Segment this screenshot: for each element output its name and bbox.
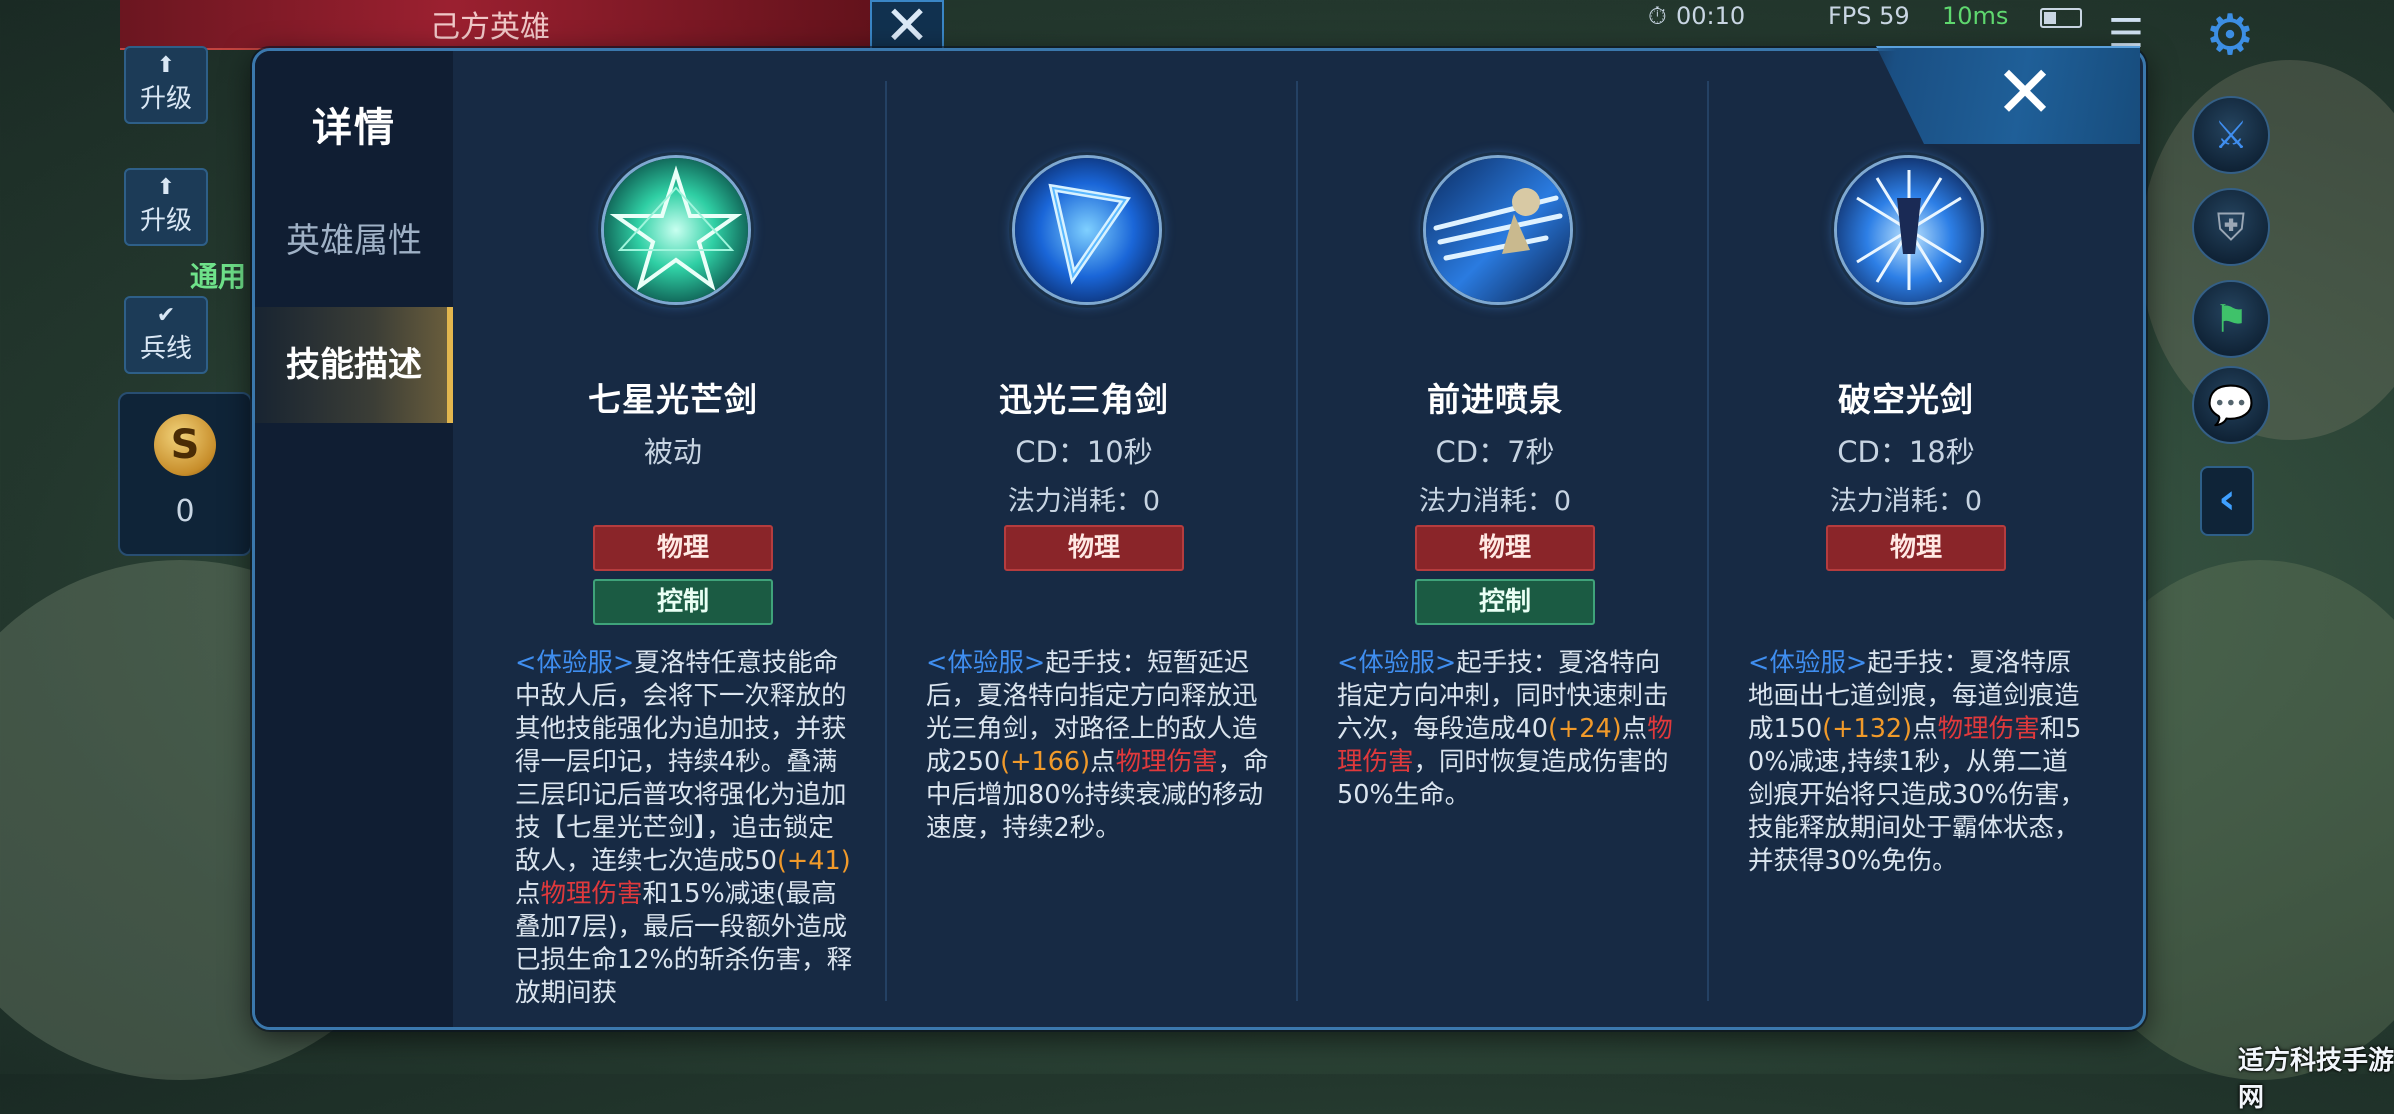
skill-description: <体验服>起手技：夏洛特原地画出七道剑痕，每道剑痕造成150(+132)点物理伤…	[1748, 647, 2092, 1025]
skill-card: 前进喷泉 CD：7秒 法力消耗：0 物理 控制 <体验服>起手技：夏洛特向指定方…	[1275, 51, 1685, 1027]
physical-tag: 物理	[1415, 525, 1595, 571]
upgrade-button[interactable]: ⬆ 升级	[124, 46, 208, 124]
check-icon: ✔	[156, 303, 176, 328]
arrow-up-icon: ⬆	[156, 175, 176, 200]
skill-void-sword-icon	[1834, 155, 1984, 305]
ally-heroes-title: 己方英雄	[430, 10, 550, 45]
control-tag: 控制	[593, 579, 773, 625]
money-bag-icon: S	[154, 414, 216, 476]
description-segment: (+41)	[776, 846, 851, 876]
skill-name: 破空光剑	[1838, 380, 1974, 419]
close-icon[interactable]: ✕	[1990, 56, 2060, 128]
skill-cooldown: 被动	[643, 435, 702, 469]
minion-button[interactable]: ✔ 兵线	[124, 296, 208, 374]
skill-mana-cost: 法力消耗：0	[1007, 486, 1161, 517]
skill-card: 迅光三角剑 CD：10秒 法力消耗：0 物理 <体验服>起手技：短暂延迟后，夏洛…	[864, 51, 1274, 1027]
gold-panel: S 0	[118, 392, 252, 556]
description-segment: (+132)	[1822, 714, 1913, 744]
gold-value: 0	[175, 494, 195, 529]
skills-content: 七星光芒剑 被动 物理 控制 <体验服>夏洛特任意技能命中敌人后，会将下一次释放…	[453, 51, 2143, 1027]
description-segment: <体验服>	[926, 648, 1046, 678]
physical-tag: 物理	[593, 525, 773, 571]
skill-cooldown: CD：18秒	[1837, 435, 1975, 469]
upgrade-label: 升级	[139, 206, 192, 236]
arrow-up-icon: ⬆	[156, 53, 176, 78]
chat-icon[interactable]: 💬	[2192, 366, 2270, 444]
collapse-arrow-button[interactable]: ‹	[2200, 466, 2254, 536]
skill-cooldown: CD：10秒	[1015, 435, 1153, 469]
description-segment: 点	[1621, 714, 1648, 744]
skill-mana-cost: 法力消耗：0	[1418, 486, 1572, 517]
shield-icon[interactable]: ⛨	[2192, 188, 2270, 266]
description-segment: (+24)	[1547, 714, 1622, 744]
sword-icon[interactable]: ⚔	[2192, 96, 2270, 174]
clock-icon: ⏱	[1648, 2, 1667, 30]
skill-name: 七星光芒剑	[588, 380, 758, 419]
description-segment: 点	[515, 879, 541, 909]
skill-triangle-sword-icon	[1012, 155, 1162, 305]
tab-skill-description[interactable]: 技能描述	[255, 307, 453, 423]
match-time: 00:10	[1676, 2, 1746, 30]
minion-label: 兵线	[139, 334, 192, 364]
skill-description: <体验服>起手技：短暂延迟后，夏洛特向指定方向释放迅光三角剑，对路径上的敌人造成…	[926, 647, 1270, 1025]
description-segment: <体验服>	[1748, 648, 1868, 678]
description-segment: <体验服>	[1337, 648, 1457, 678]
skill-cooldown: CD：7秒	[1435, 435, 1555, 469]
description-segment: (+166)	[1000, 747, 1091, 777]
skill-fountain-dash-icon	[1423, 155, 1573, 305]
description-segment: 夏洛特任意技能命中敌人后，会将下一次释放的其他技能强化为追加技，并获得一层印记，…	[515, 648, 847, 876]
tab-hero-attributes[interactable]: 英雄属性	[255, 183, 453, 299]
skill-card: 七星光芒剑 被动 物理 控制 <体验服>夏洛特任意技能命中敌人后，会将下一次释放…	[453, 51, 863, 1027]
skill-name: 前进喷泉	[1427, 380, 1563, 419]
skill-card: 破空光剑 CD：18秒 法力消耗：0 物理 <体验服>起手技：夏洛特原地画出七道…	[1686, 51, 2096, 1027]
fps-readout: FPS 59	[1828, 2, 1910, 30]
gear-icon[interactable]: ⚙	[2200, 6, 2260, 66]
terrain-rock	[2140, 60, 2394, 440]
skill-name: 迅光三角剑	[999, 380, 1169, 419]
detail-panel: 详情 英雄属性 技能描述 七星光芒剑 被动 物理 控制 <体验服>夏洛特任意技能…	[252, 48, 2146, 1030]
description-segment: 物理伤害	[1937, 714, 2040, 744]
battery-icon	[2040, 8, 2082, 28]
watermark-text: 适方科技手游网	[2238, 1046, 2394, 1113]
skill-star-sword-icon	[601, 155, 751, 305]
upgrade-button[interactable]: ⬆ 升级	[124, 168, 208, 246]
description-segment: 物理伤害	[540, 879, 643, 909]
upgrade-label: 升级	[139, 84, 192, 114]
description-segment: 点	[1912, 714, 1938, 744]
flag-icon[interactable]: ⚑	[2192, 280, 2270, 358]
description-segment: 物理伤害	[1115, 747, 1218, 777]
panel-sidebar: 详情 英雄属性 技能描述	[255, 51, 453, 1027]
skill-mana-cost: 法力消耗：0	[1829, 486, 1983, 517]
physical-tag: 物理	[1826, 525, 2006, 571]
ally-heroes-banner: 己方英雄	[120, 0, 940, 50]
description-segment: 点	[1090, 747, 1116, 777]
skill-description: <体验服>起手技：夏洛特向指定方向冲刺，同时快速刺击六次，每段造成40(+24)…	[1337, 647, 1681, 1025]
physical-tag: 物理	[1004, 525, 1184, 571]
ping-readout: 10ms	[1942, 2, 2009, 30]
status-bar: ⏱ 00:10 FPS 59 10ms	[1640, 0, 2110, 36]
description-segment: <体验服>	[515, 648, 635, 678]
general-label: 通用	[190, 260, 247, 293]
panel-title: 详情	[312, 105, 396, 151]
skill-description: <体验服>夏洛特任意技能命中敌人后，会将下一次释放的其他技能强化为追加技，并获得…	[515, 647, 859, 1025]
control-tag: 控制	[1415, 579, 1595, 625]
